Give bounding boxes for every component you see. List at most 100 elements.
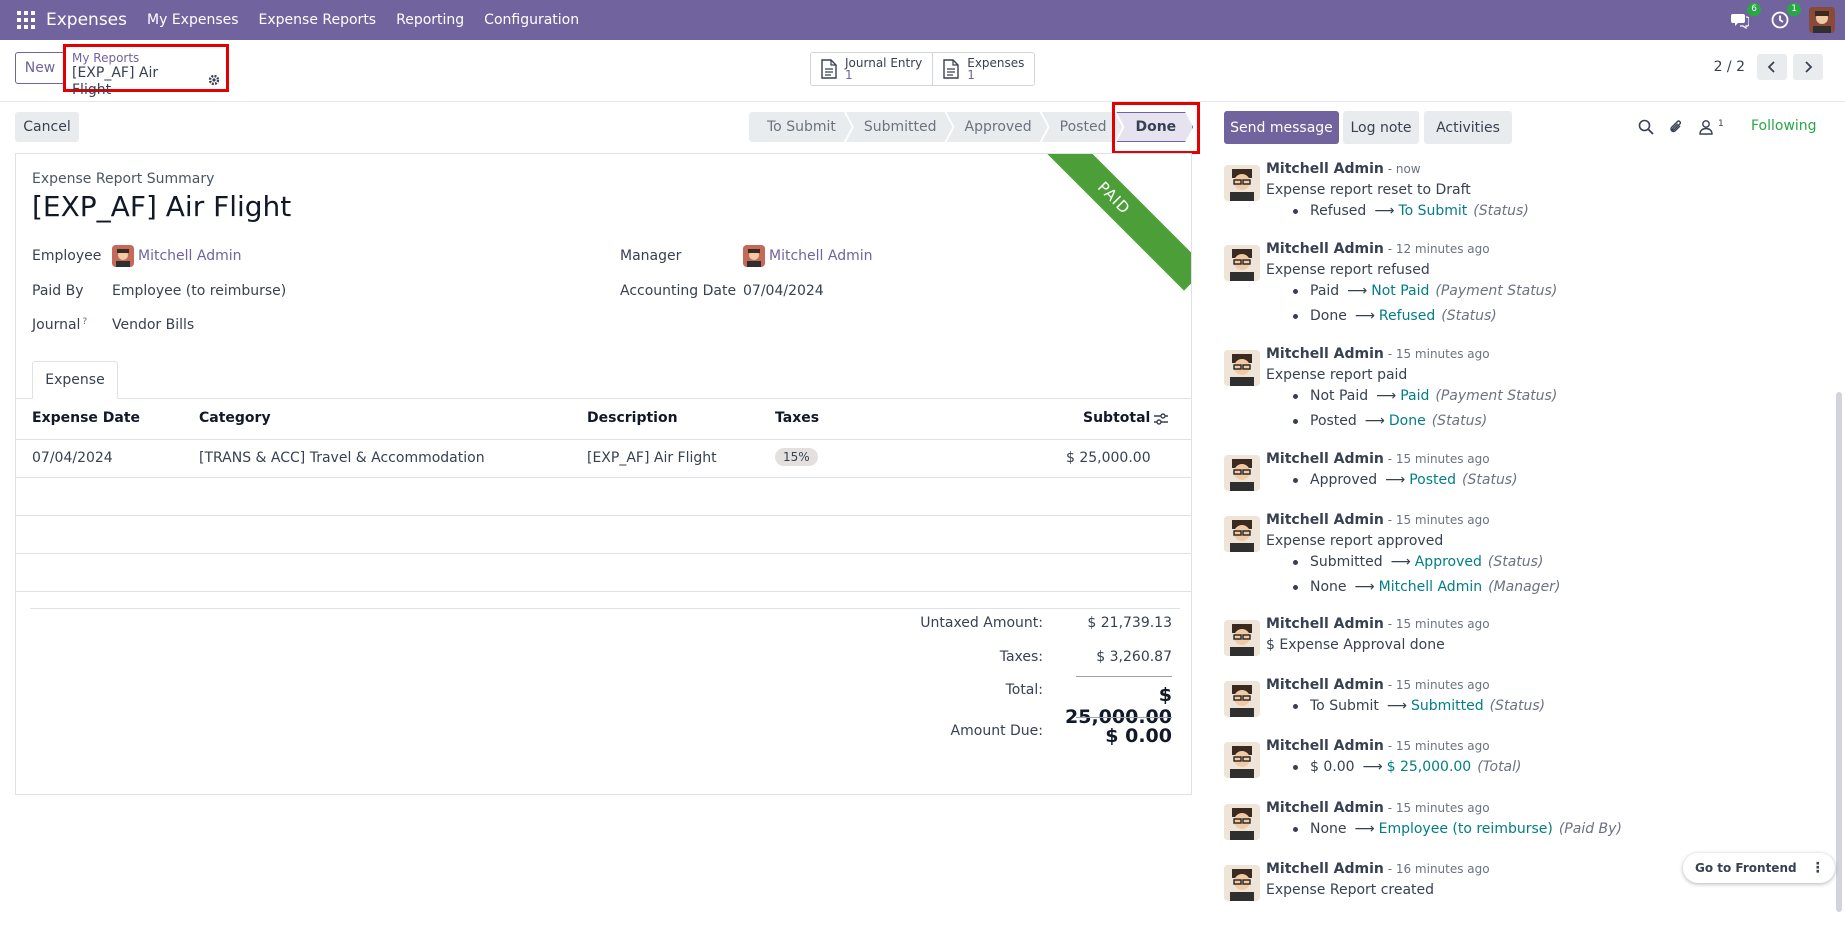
message-author[interactable]: Mitchell Admin — [1266, 241, 1384, 257]
menu-my-expenses[interactable]: My Expenses — [147, 12, 239, 28]
document-icon — [943, 59, 959, 79]
total-separator — [1076, 676, 1172, 677]
bullet-icon — [1293, 313, 1298, 319]
tracking-old-value: Approved — [1310, 472, 1378, 488]
new-button[interactable]: New — [15, 52, 65, 84]
smart-button-label: Journal Entry — [845, 56, 923, 70]
manager-field[interactable]: Mitchell Admin — [743, 245, 873, 267]
bullet-icon — [1293, 208, 1298, 214]
row-divider — [16, 515, 1191, 516]
form-sheet: PAID Expense Report Summary [EXP_AF] Air… — [15, 153, 1192, 795]
smart-buttons: Journal Entry 1 Expenses 1 — [810, 52, 1036, 86]
cancel-button[interactable]: Cancel — [15, 112, 79, 142]
avatar[interactable] — [1224, 865, 1260, 901]
message-body: Expense report reset to Draft — [1266, 182, 1471, 198]
tab-expense[interactable]: Expense — [32, 361, 118, 399]
pager-value[interactable]: 2 / 2 — [1714, 59, 1745, 75]
avatar[interactable] — [1224, 455, 1260, 491]
help-icon[interactable]: ? — [82, 317, 87, 327]
employee-field[interactable]: Mitchell Admin — [112, 245, 242, 267]
bullet-icon — [1293, 477, 1298, 483]
following-button[interactable]: Following — [1751, 118, 1817, 134]
row-divider — [16, 591, 1191, 592]
stage-to-submit[interactable]: To Submit — [749, 112, 852, 142]
col-header-expense-date[interactable]: Expense Date — [32, 410, 140, 426]
smart-button-expenses[interactable]: Expenses 1 — [933, 53, 1034, 85]
message-body: Expense report approved — [1266, 533, 1444, 549]
message-time: - 15 minutes ago — [1383, 347, 1490, 361]
gear-icon[interactable] — [208, 74, 220, 91]
message-author[interactable]: Mitchell Admin — [1266, 616, 1384, 632]
control-panel: New My Reports [EXP_AF] Air Flight Journ… — [0, 40, 1845, 102]
kebab-menu-icon[interactable]: ⋮ — [1809, 860, 1827, 876]
pager-next-button[interactable] — [1793, 54, 1823, 80]
document-icon — [821, 59, 837, 79]
message-header: Mitchell Admin - 15 minutes ago — [1266, 512, 1490, 528]
chevron-left-icon — [1767, 61, 1775, 73]
cell-description: [EXP_AF] Air Flight — [587, 450, 717, 466]
arrow-right-icon: ⟶ — [1376, 388, 1397, 404]
accounting-date-value[interactable]: 07/04/2024 — [743, 283, 824, 299]
avatar[interactable] — [1224, 245, 1260, 281]
paid-by-value[interactable]: Employee (to reimburse) — [112, 283, 286, 299]
journal-value[interactable]: Vendor Bills — [112, 317, 194, 333]
chatter-scrollbar[interactable] — [1836, 392, 1842, 912]
pager-previous-button[interactable] — [1757, 54, 1787, 80]
followers-icon[interactable] — [1698, 119, 1714, 139]
message-time: - 15 minutes ago — [1383, 678, 1490, 692]
paperclip-icon[interactable] — [1668, 119, 1684, 139]
app-brand[interactable]: Expenses — [46, 10, 127, 30]
optional-columns-icon[interactable] — [1153, 412, 1169, 430]
message-author[interactable]: Mitchell Admin — [1266, 346, 1384, 362]
go-to-frontend-label: Go to Frontend — [1695, 861, 1797, 875]
avatar — [112, 245, 134, 267]
avatar[interactable] — [1224, 742, 1260, 778]
message-author[interactable]: Mitchell Admin — [1266, 800, 1384, 816]
activities-button[interactable]: Activities — [1424, 111, 1512, 144]
stage-posted[interactable]: Posted — [1042, 112, 1123, 142]
table-divider — [16, 439, 1191, 440]
pager: 2 / 2 — [1714, 54, 1823, 80]
message-author[interactable]: Mitchell Admin — [1266, 677, 1384, 693]
tracking-value: Refused ⟶ To Submit (Status) — [1293, 203, 1529, 219]
avatar[interactable] — [1224, 804, 1260, 840]
tracking-old-value: To Submit — [1310, 698, 1379, 714]
search-icon[interactable] — [1638, 119, 1654, 139]
employee-value[interactable]: Mitchell Admin — [138, 248, 242, 264]
tracking-old-value: None — [1310, 579, 1347, 595]
col-header-subtotal[interactable]: Subtotal — [1083, 410, 1150, 426]
message-time: - 15 minutes ago — [1383, 801, 1490, 815]
avatar[interactable] — [1224, 681, 1260, 717]
manager-value[interactable]: Mitchell Admin — [769, 248, 873, 264]
col-header-category[interactable]: Category — [199, 410, 271, 426]
stage-submitted[interactable]: Submitted — [846, 112, 953, 142]
activities-clock-icon[interactable]: 1 — [1769, 3, 1801, 31]
message-author[interactable]: Mitchell Admin — [1266, 738, 1384, 754]
message-author[interactable]: Mitchell Admin — [1266, 451, 1384, 467]
tax-badge: 15% — [775, 448, 818, 466]
col-header-taxes[interactable]: Taxes — [775, 410, 819, 426]
message-author[interactable]: Mitchell Admin — [1266, 161, 1384, 177]
stage-approved[interactable]: Approved — [947, 112, 1048, 142]
go-to-frontend-button[interactable]: Go to Frontend ⋮ — [1683, 853, 1835, 883]
menu-configuration[interactable]: Configuration — [484, 12, 579, 28]
user-avatar[interactable] — [1809, 7, 1835, 33]
menu-reporting[interactable]: Reporting — [396, 12, 464, 28]
avatar[interactable] — [1224, 165, 1260, 201]
send-message-button[interactable]: Send message — [1224, 111, 1339, 144]
message-author[interactable]: Mitchell Admin — [1266, 512, 1384, 528]
message-body: Expense report paid — [1266, 367, 1408, 383]
apps-menu-icon[interactable] — [6, 0, 46, 40]
col-header-description[interactable]: Description — [587, 410, 678, 426]
avatar[interactable] — [1224, 620, 1260, 656]
avatar[interactable] — [1224, 350, 1260, 386]
tracking-old-value: Paid — [1310, 283, 1340, 299]
menu-expense-reports[interactable]: Expense Reports — [259, 12, 377, 28]
breadcrumb-parent-link[interactable]: My Reports — [72, 51, 220, 65]
log-note-button[interactable]: Log note — [1343, 111, 1419, 144]
messages-icon[interactable]: 6 — [1729, 3, 1761, 31]
report-title[interactable]: [EXP_AF] Air Flight — [32, 190, 291, 223]
smart-button-journal-entry[interactable]: Journal Entry 1 — [811, 53, 934, 85]
message-author[interactable]: Mitchell Admin — [1266, 861, 1384, 877]
avatar[interactable] — [1224, 516, 1260, 552]
